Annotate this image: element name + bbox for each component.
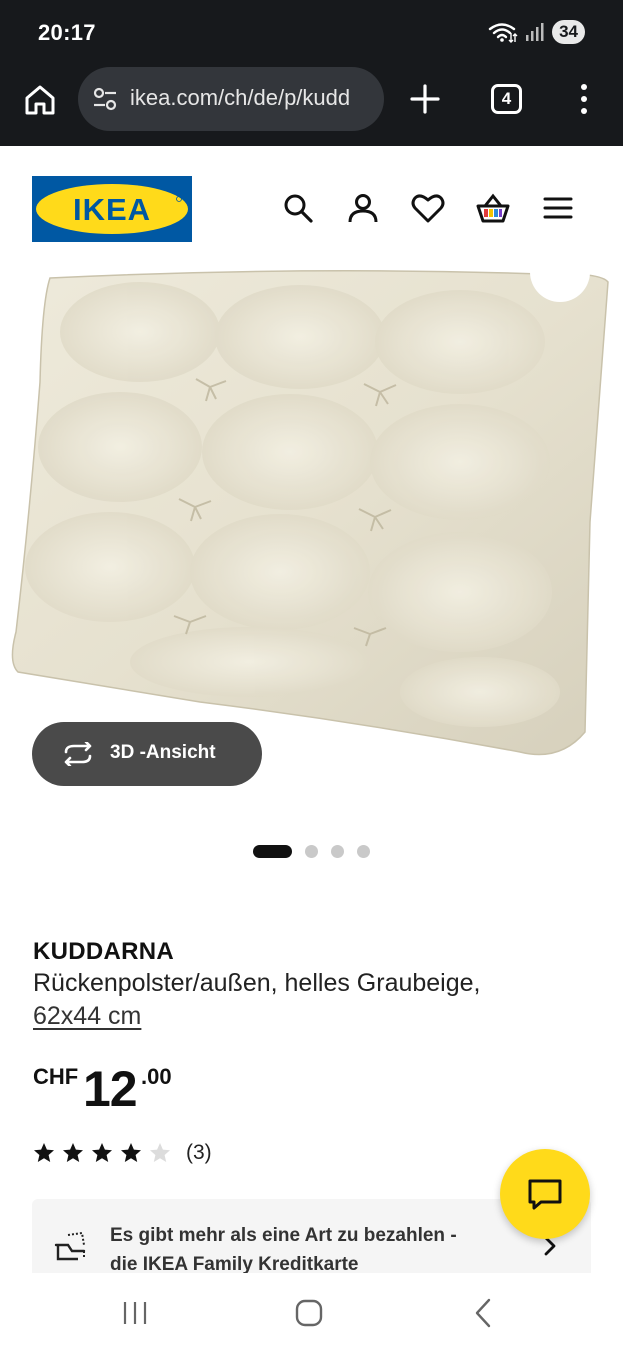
account-icon[interactable] xyxy=(345,190,381,226)
price-currency: CHF xyxy=(33,1064,79,1089)
payment-info-text: Es gibt mehr als eine Art zu bezahlen - … xyxy=(110,1221,510,1273)
payment-info-line2: die IKEA Family Kreditkarte xyxy=(110,1254,359,1273)
star-filled-icon xyxy=(92,1143,112,1162)
carousel-dot[interactable] xyxy=(357,845,370,858)
credit-card-hand-icon xyxy=(54,1231,86,1261)
more-options-icon[interactable] xyxy=(572,82,596,116)
site-settings-icon[interactable] xyxy=(92,87,118,111)
url-text[interactable]: ikea.com/ch/de/p/kudd xyxy=(130,85,376,111)
payment-info-line1: Es gibt mehr als eine Art zu bezahlen - xyxy=(110,1225,457,1246)
product-name: KUDDARNA xyxy=(33,938,175,965)
carousel-dot[interactable] xyxy=(305,845,318,858)
price-decimals: .00 xyxy=(141,1064,172,1089)
product-description: Rückenpolster/außen, helles Graubeige, xyxy=(33,969,481,997)
signal-icon xyxy=(526,23,544,41)
battery-indicator: 34 xyxy=(552,20,585,44)
ikea-logo-text: IKEA xyxy=(73,192,151,227)
hamburger-menu-icon[interactable] xyxy=(540,190,576,226)
chat-button[interactable] xyxy=(500,1149,590,1239)
browser-toolbar: ikea.com/ch/de/p/kudd 4 xyxy=(0,64,623,146)
star-filled-icon xyxy=(63,1143,83,1162)
system-navigation-bar xyxy=(0,1273,623,1350)
status-bar: 20:17 34 xyxy=(0,0,623,64)
price-integer: 12 xyxy=(83,1061,138,1117)
star-empty-icon xyxy=(150,1143,170,1162)
recent-apps-icon[interactable] xyxy=(120,1299,150,1327)
home-button-icon[interactable] xyxy=(294,1298,324,1328)
cart-icon[interactable] xyxy=(475,190,511,226)
product-image-cushion[interactable] xyxy=(0,262,623,782)
new-tab-plus-icon[interactable] xyxy=(408,82,442,116)
status-time: 20:17 xyxy=(38,20,96,45)
ikea-logo[interactable]: IKEA xyxy=(32,176,192,242)
home-icon[interactable] xyxy=(22,82,58,118)
search-icon[interactable] xyxy=(280,190,316,226)
back-icon[interactable] xyxy=(472,1297,494,1329)
status-icons: 34 xyxy=(488,20,585,44)
star-filled-icon xyxy=(121,1143,141,1162)
chat-bubble-icon xyxy=(528,1179,562,1210)
carousel-dot-active[interactable] xyxy=(253,845,292,858)
star-filled-icon xyxy=(34,1143,54,1162)
product-size-link[interactable]: 62x44 cm xyxy=(33,1002,141,1031)
3d-view-label: 3D -Ansicht xyxy=(110,742,216,763)
rotate-3d-icon xyxy=(64,742,92,766)
carousel-dot[interactable] xyxy=(331,845,344,858)
rating-count[interactable]: (3) xyxy=(186,1141,212,1165)
wishlist-heart-icon[interactable] xyxy=(410,190,446,226)
tab-switcher-button[interactable]: 4 xyxy=(491,84,522,114)
wifi-icon xyxy=(488,23,518,43)
address-bar[interactable]: ikea.com/ch/de/p/kudd xyxy=(78,67,384,131)
3d-view-button[interactable]: 3D -Ansicht xyxy=(32,722,262,786)
